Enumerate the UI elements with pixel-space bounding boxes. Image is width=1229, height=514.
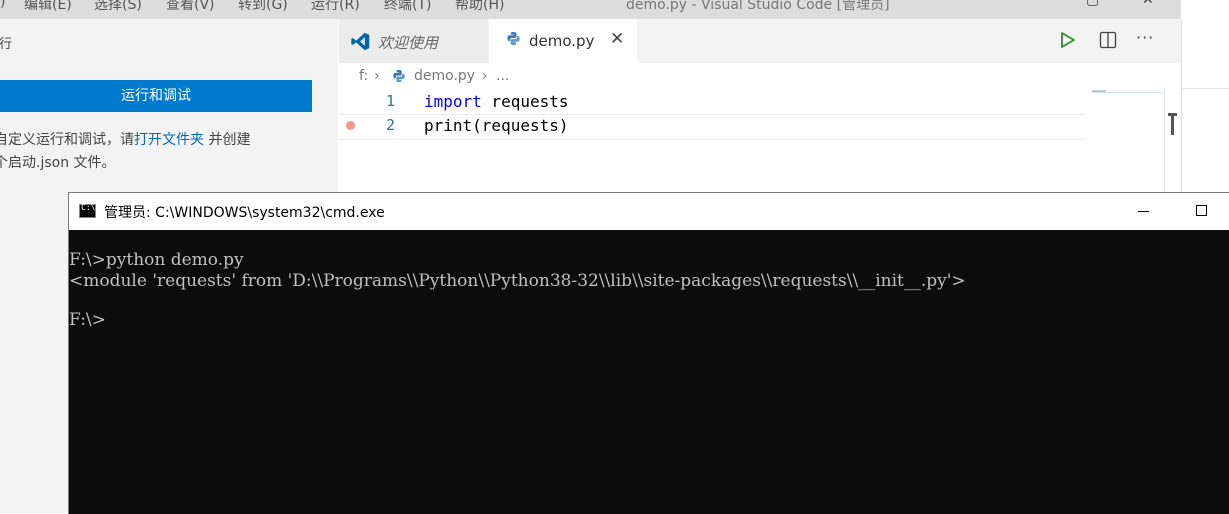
line-number: 2: [385, 116, 395, 134]
desc-text-3: 个启动.json 文件。: [0, 155, 116, 171]
breadcrumb-file[interactable]: demo.py: [414, 68, 475, 84]
terminal-prompt: F:\>: [69, 310, 106, 330]
breadcrumb-tail[interactable]: ...: [496, 68, 509, 84]
cmd-app-icon: C:\: [79, 203, 96, 218]
breadcrumb-drive[interactable]: f:: [359, 68, 368, 84]
window-title: demo.py - Visual Studio Code [管理员]: [626, 0, 890, 13]
window-close-icon[interactable]: ✕: [1142, 0, 1154, 8]
code-line[interactable]: 1 import requests: [339, 90, 1085, 114]
tab-label: demo.py: [529, 32, 595, 50]
editor-scrollbar[interactable]: [1164, 89, 1165, 199]
code-rest: requests: [481, 92, 569, 111]
code-text: print(requests): [424, 116, 569, 135]
sidebar-description: 自定义运行和调试，请打开文件夹 并创建 个启动.json 文件。: [0, 129, 324, 175]
vscode-logo-icon: [350, 31, 371, 56]
menu-help[interactable]: 帮助(H): [455, 0, 504, 14]
maximize-icon[interactable]: [1196, 205, 1207, 216]
overview-ruler-mark: [1168, 113, 1177, 135]
terminal-line: F:\>python demo.py: [69, 250, 244, 270]
window-restore-icon[interactable]: ▢: [1086, 0, 1099, 8]
terminal-line: <module 'requests' from 'D:\\Programs\\P…: [69, 271, 966, 291]
cmd-window[interactable]: C:\ 管理员: C:\WINDOWS\system32\cmd.exe F:\…: [68, 192, 1229, 514]
desc-text: 自定义运行和调试，请: [0, 132, 134, 148]
cmd-titlebar[interactable]: C:\ 管理员: C:\WINDOWS\system32\cmd.exe: [69, 193, 1229, 230]
breakpoint-hint-icon[interactable]: [346, 121, 355, 130]
menu-goto[interactable]: 转到(G): [238, 0, 288, 14]
sidebar-heading: 行: [0, 37, 13, 52]
terminal-output[interactable]: F:\>python demo.py <module 'requests' fr…: [69, 230, 1229, 514]
minimap[interactable]: [1091, 92, 1163, 96]
minimap-slider[interactable]: [1092, 90, 1106, 92]
menu-fragment: ): [0, 0, 6, 10]
python-icon: [506, 31, 521, 50]
menu-run[interactable]: 运行(R): [311, 0, 360, 14]
run-icon[interactable]: [1060, 31, 1076, 53]
open-folder-link[interactable]: 打开文件夹: [134, 132, 204, 148]
keyword: import: [424, 92, 482, 111]
menu-terminal[interactable]: 终端(T): [384, 0, 431, 14]
python-icon: [392, 69, 406, 87]
tab-demo-py[interactable]: demo.py ✕: [489, 19, 637, 63]
line-number: 1: [385, 92, 395, 110]
cmd-window-title: 管理员: C:\WINDOWS\system32\cmd.exe: [104, 205, 385, 221]
code-line-current[interactable]: 2 print(requests): [339, 114, 1085, 140]
menu-edit[interactable]: 编辑(E): [24, 0, 72, 14]
code-editor[interactable]: 1 import requests 2 print(requests): [339, 89, 1181, 199]
code-text: import requests: [424, 92, 569, 111]
tab-welcome[interactable]: 欢迎使用: [339, 19, 488, 63]
run-and-debug-button[interactable]: 运行和调试: [0, 80, 312, 112]
minimize-icon[interactable]: [1138, 211, 1149, 212]
more-icon[interactable]: ···: [1136, 28, 1154, 47]
chevron-right-icon: ›: [482, 68, 488, 84]
split-editor-icon[interactable]: [1099, 31, 1117, 53]
chevron-right-icon: ›: [374, 68, 380, 84]
menu-view[interactable]: 查看(V): [166, 0, 215, 14]
menu-selection[interactable]: 选择(S): [94, 0, 142, 14]
breadcrumb: f: › demo.py › ...: [339, 63, 1181, 89]
vscode-menubar: ) 编辑(E) 选择(S) 查看(V) 转到(G) 运行(R) 终端(T) 帮助…: [0, 0, 1181, 19]
close-tab-icon[interactable]: ✕: [610, 29, 624, 49]
editor-tab-bar: 欢迎使用 demo.py ✕ ···: [339, 19, 1181, 63]
background-window-edge: [1181, 19, 1229, 193]
desc-text-2: 并创建: [204, 132, 251, 148]
tab-label: 欢迎使用: [378, 34, 439, 52]
